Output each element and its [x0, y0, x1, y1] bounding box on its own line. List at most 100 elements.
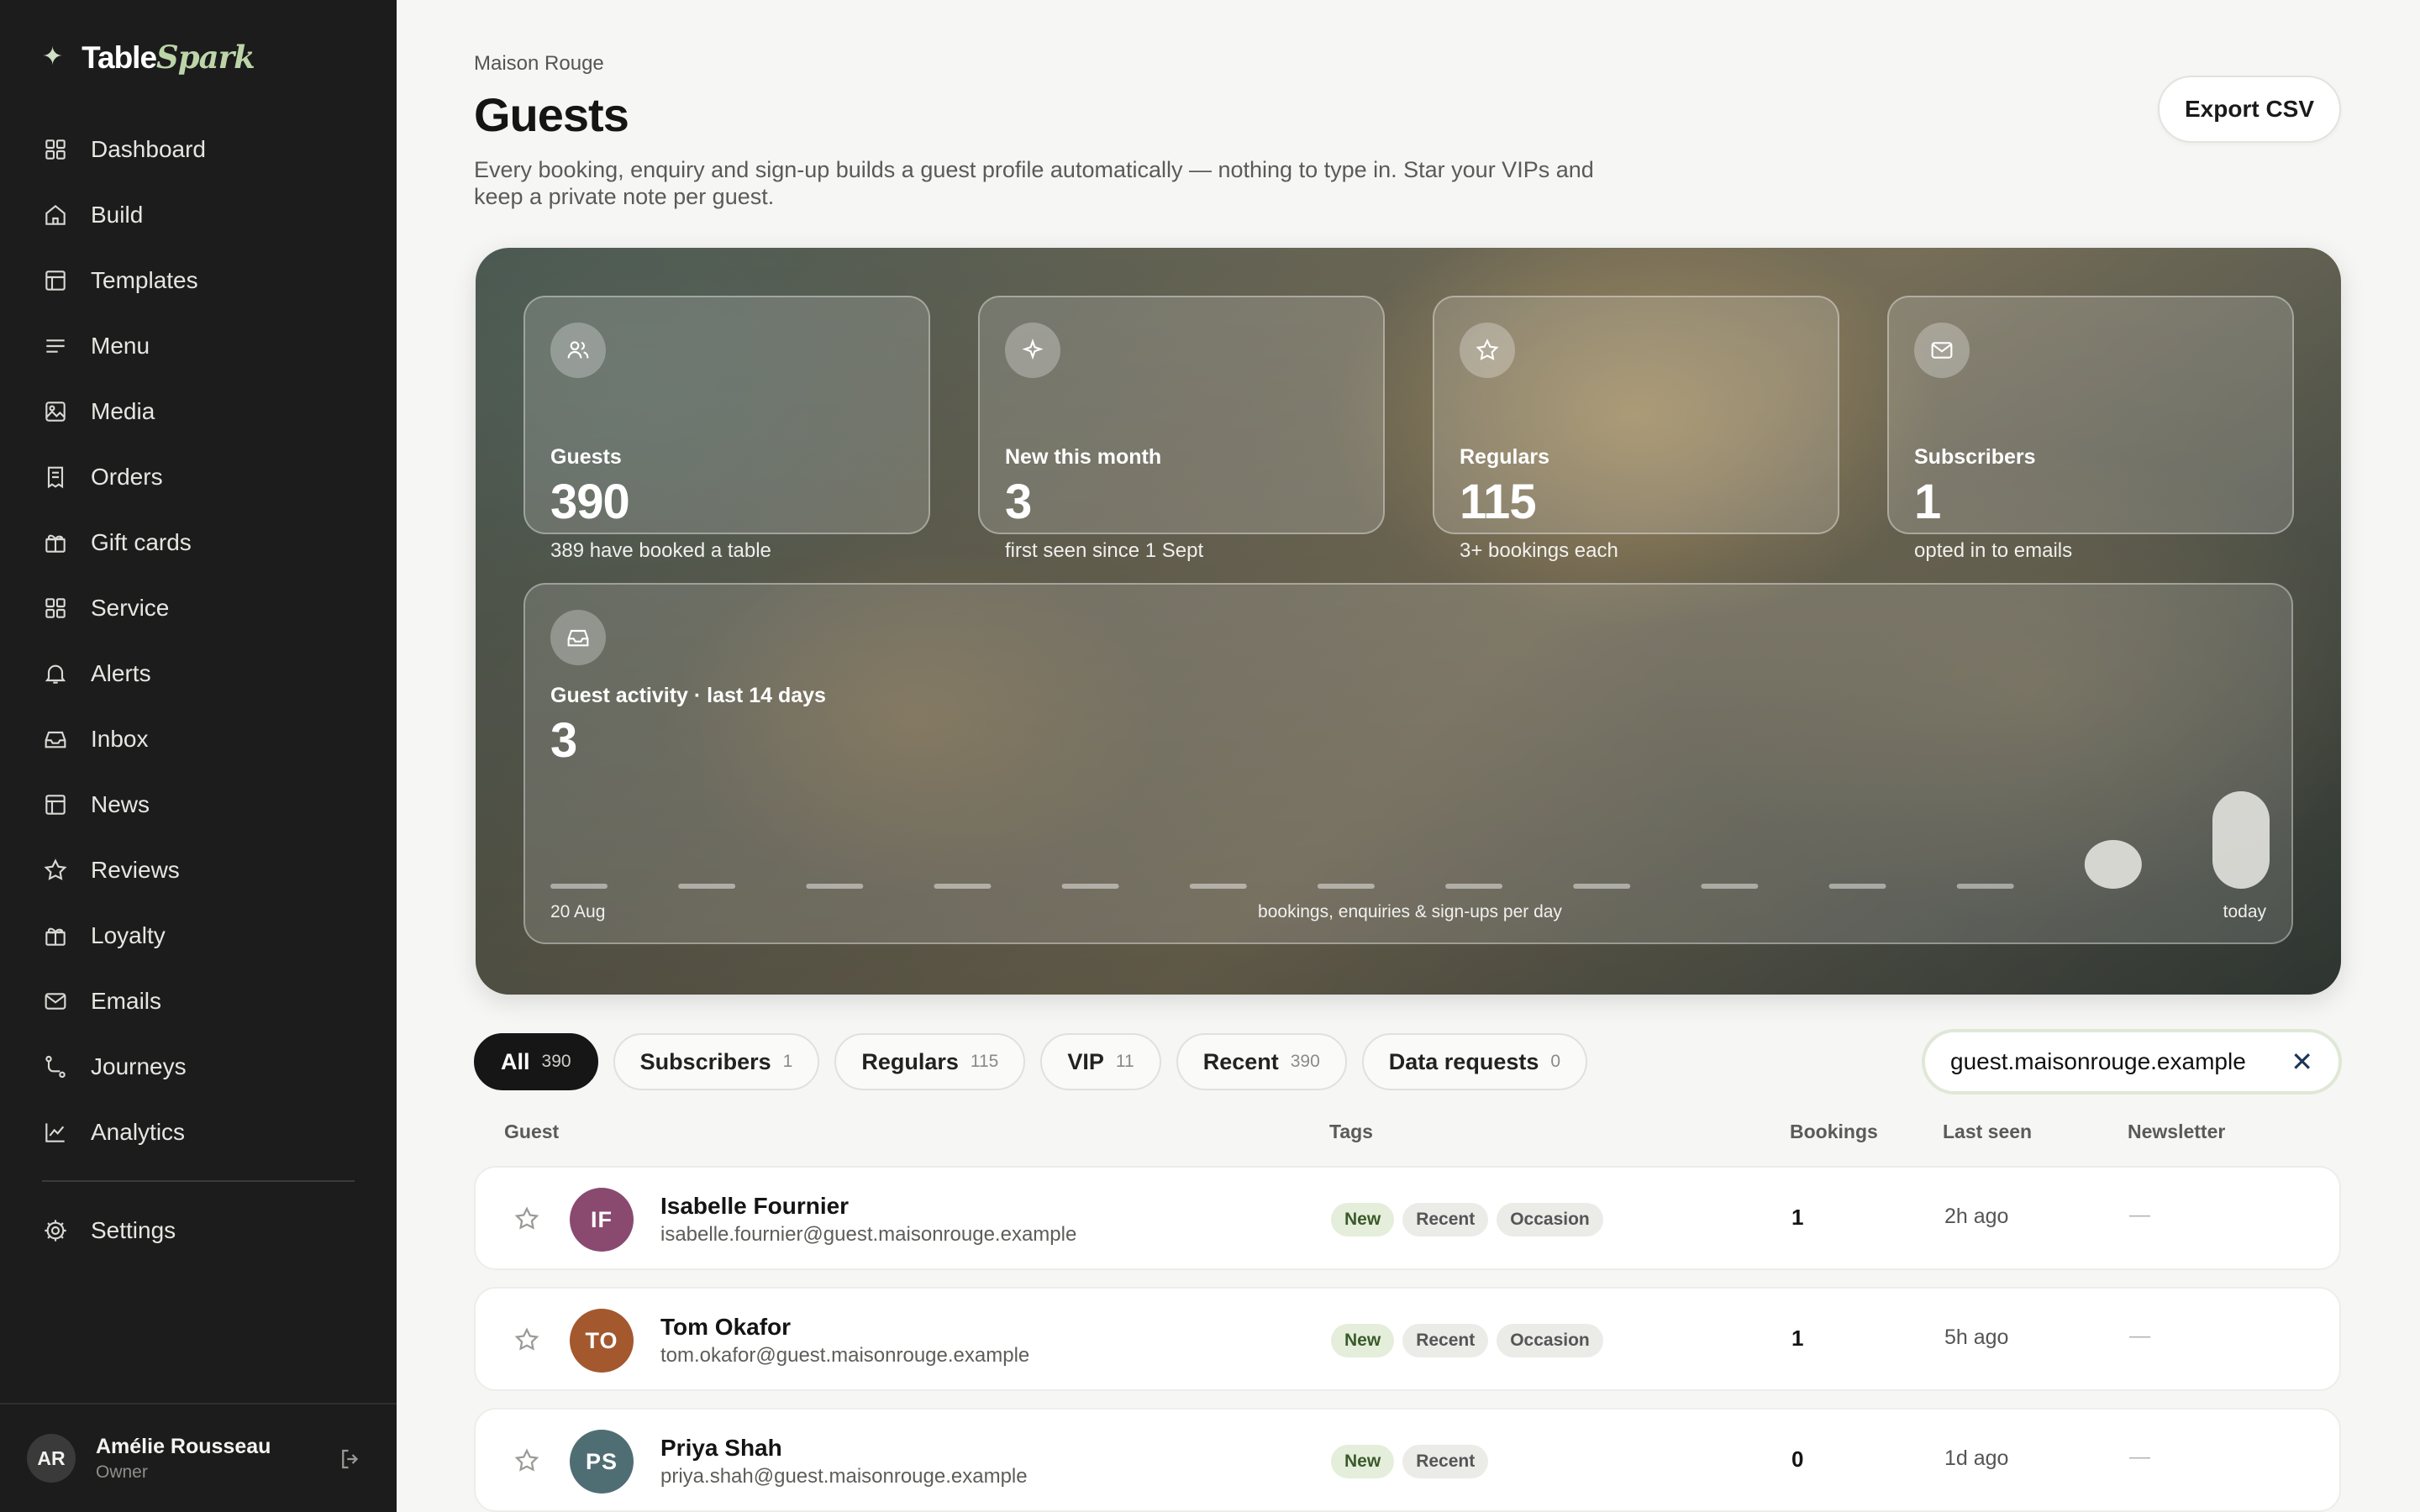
- filter-chips: All 390 Subscribers 1 Regulars 115 VIP 11 Recent…: [474, 1033, 1588, 1090]
- sidebar-item-dashboard[interactable]: Dashboard: [0, 117, 397, 182]
- sidebar-item-menu[interactable]: Menu: [0, 313, 397, 379]
- clear-search-icon[interactable]: ✕: [2291, 1046, 2313, 1078]
- sidebar-item-label: News: [91, 791, 150, 817]
- sidebar-item-media[interactable]: Media: [0, 379, 397, 444]
- guest-bookings: 0: [1791, 1446, 1804, 1472]
- stat-card-subscribers: Subscribers 1 opted in to emails: [1887, 296, 2294, 562]
- filter-chip-regulars[interactable]: Regulars 115: [834, 1033, 1026, 1090]
- column-header-tags[interactable]: Tags: [1329, 1121, 1373, 1143]
- sidebar-item-news[interactable]: News: [0, 772, 397, 837]
- tag-badge: Recent: [1402, 1203, 1489, 1236]
- sidebar-item-emails[interactable]: Emails: [0, 969, 397, 1034]
- stat-value: 1: [1914, 475, 1941, 529]
- guest-email: tom.okafor@guest.maisonrouge.example: [660, 1344, 1030, 1367]
- star-icon: [44, 858, 67, 880]
- page-title: Guests: [474, 88, 629, 141]
- guest-name[interactable]: Isabelle Fournier: [660, 1193, 849, 1220]
- tag-badge: Recent: [1402, 1445, 1489, 1478]
- activity-bar: [1317, 884, 1375, 889]
- filter-chip-count: 1: [782, 1052, 793, 1071]
- user-role: Owner: [96, 1462, 148, 1482]
- activity-bar: [1573, 884, 1631, 889]
- star-icon[interactable]: [513, 1446, 541, 1475]
- bell-icon: [45, 664, 66, 684]
- mail-icon: [1914, 323, 1970, 378]
- filter-chip-data-requests[interactable]: Data requests 0: [1361, 1033, 1588, 1090]
- filter-chip-label: Subscribers: [639, 1048, 771, 1074]
- inbox-icon: [45, 731, 66, 748]
- sidebar-item-orders[interactable]: Orders: [0, 444, 397, 510]
- sidebar-item-alerts[interactable]: Alerts: [0, 641, 397, 706]
- guest-bookings: 1: [1791, 1326, 1804, 1351]
- column-header-last-seen[interactable]: Last seen: [1943, 1121, 2032, 1143]
- tag-badge: Occasion: [1497, 1203, 1603, 1236]
- gear-icon: [45, 1220, 66, 1242]
- filter-chip-vip[interactable]: VIP 11: [1040, 1033, 1161, 1090]
- export-csv-button[interactable]: Export CSV: [2158, 76, 2341, 143]
- stat-card-regulars: Regulars 115 3+ bookings each: [1433, 296, 1839, 562]
- sidebar-item-label: Media: [91, 398, 155, 424]
- tag-badge: New: [1331, 1324, 1395, 1357]
- chart-icon: [45, 1123, 65, 1142]
- star-icon[interactable]: [513, 1205, 541, 1233]
- layout-icon: [45, 270, 66, 291]
- guest-name[interactable]: Priya Shah: [660, 1435, 782, 1462]
- column-header-newsletter[interactable]: Newsletter: [2128, 1121, 2225, 1143]
- activity-chart: [550, 791, 2270, 889]
- guest-tags: New Recent Occasion: [1331, 1203, 1603, 1236]
- users-icon: [550, 323, 606, 378]
- guest-tags: New Recent Occasion: [1331, 1324, 1603, 1357]
- activity-axis-label: bookings, enquiries & sign-ups per day: [1258, 902, 1562, 921]
- sidebar-item-inbox[interactable]: Inbox: [0, 706, 397, 772]
- filter-chip-count: 11: [1115, 1052, 1134, 1071]
- grid-icon: [45, 139, 66, 160]
- filter-chip-all[interactable]: All 390: [474, 1033, 598, 1090]
- guest-name[interactable]: Tom Okafor: [660, 1314, 791, 1341]
- sidebar-item-label: Dashboard: [91, 136, 206, 162]
- brand-logo[interactable]: ✦ TableSpark: [42, 39, 255, 76]
- sidebar-item-label: Journeys: [91, 1053, 187, 1079]
- stat-sub: 3+ bookings each: [1460, 539, 1618, 562]
- column-header-guest[interactable]: Guest: [504, 1121, 559, 1143]
- sidebar-item-reviews[interactable]: Reviews: [0, 837, 397, 903]
- table-row[interactable]: PS Priya Shah priya.shah@guest.maisonrouge…: [474, 1408, 2341, 1512]
- search-box[interactable]: ✕: [1922, 1029, 2342, 1095]
- sidebar-item-analytics[interactable]: Analytics: [0, 1100, 397, 1165]
- table-row[interactable]: IF Isabelle Fournier isabelle.fournier@gue…: [474, 1166, 2341, 1270]
- sidebar-item-gift-cards[interactable]: Gift cards: [0, 510, 397, 575]
- activity-bar: [550, 884, 608, 889]
- sidebar-item-build[interactable]: Build: [0, 182, 397, 248]
- breadcrumb[interactable]: Maison Rouge: [474, 52, 604, 76]
- activity-bar: [1189, 884, 1247, 889]
- guest-last-seen: 5h ago: [1944, 1326, 2009, 1349]
- search-input[interactable]: [1950, 1048, 2278, 1075]
- star-icon[interactable]: [513, 1326, 541, 1354]
- sidebar-item-journeys[interactable]: Journeys: [0, 1034, 397, 1100]
- image-icon: [45, 402, 66, 422]
- sidebar-item-label: Service: [91, 595, 170, 621]
- sidebar-item-label: Build: [91, 202, 144, 228]
- filter-chip-subscribers[interactable]: Subscribers 1: [613, 1033, 820, 1090]
- sidebar-item-label: Analytics: [91, 1119, 186, 1145]
- activity-bar: [2084, 840, 2142, 889]
- filter-chip-label: Regulars: [861, 1048, 959, 1074]
- sidebar-item-service[interactable]: Service: [0, 575, 397, 641]
- sidebar-item-templates[interactable]: Templates: [0, 248, 397, 313]
- page-description: Every booking, enquiry and sign-up build…: [474, 157, 1594, 209]
- activity-bar: [1828, 884, 1886, 889]
- guest-email: priya.shah@guest.maisonrouge.example: [660, 1465, 1028, 1488]
- sidebar-item-loyalty[interactable]: Loyalty: [0, 903, 397, 969]
- sidebar-item-settings[interactable]: Settings: [0, 1198, 397, 1263]
- filter-chip-label: All: [501, 1048, 530, 1074]
- tag-badge: New: [1331, 1203, 1395, 1236]
- filter-chip-count: 390: [541, 1052, 571, 1071]
- avatar[interactable]: AR: [27, 1434, 76, 1483]
- logout-icon[interactable]: [338, 1446, 363, 1472]
- stat-card-guests: Guests 390 389 have booked a table: [523, 296, 930, 562]
- filter-chip-recent[interactable]: Recent 390: [1176, 1033, 1347, 1090]
- tag-badge: Occasion: [1497, 1324, 1603, 1357]
- user-name: Amélie Rousseau: [96, 1434, 271, 1458]
- column-header-bookings[interactable]: Bookings: [1790, 1121, 1878, 1143]
- table-row[interactable]: TO Tom Okafor tom.okafor@guest.maisonrouge…: [474, 1287, 2341, 1391]
- home-icon: [45, 204, 66, 225]
